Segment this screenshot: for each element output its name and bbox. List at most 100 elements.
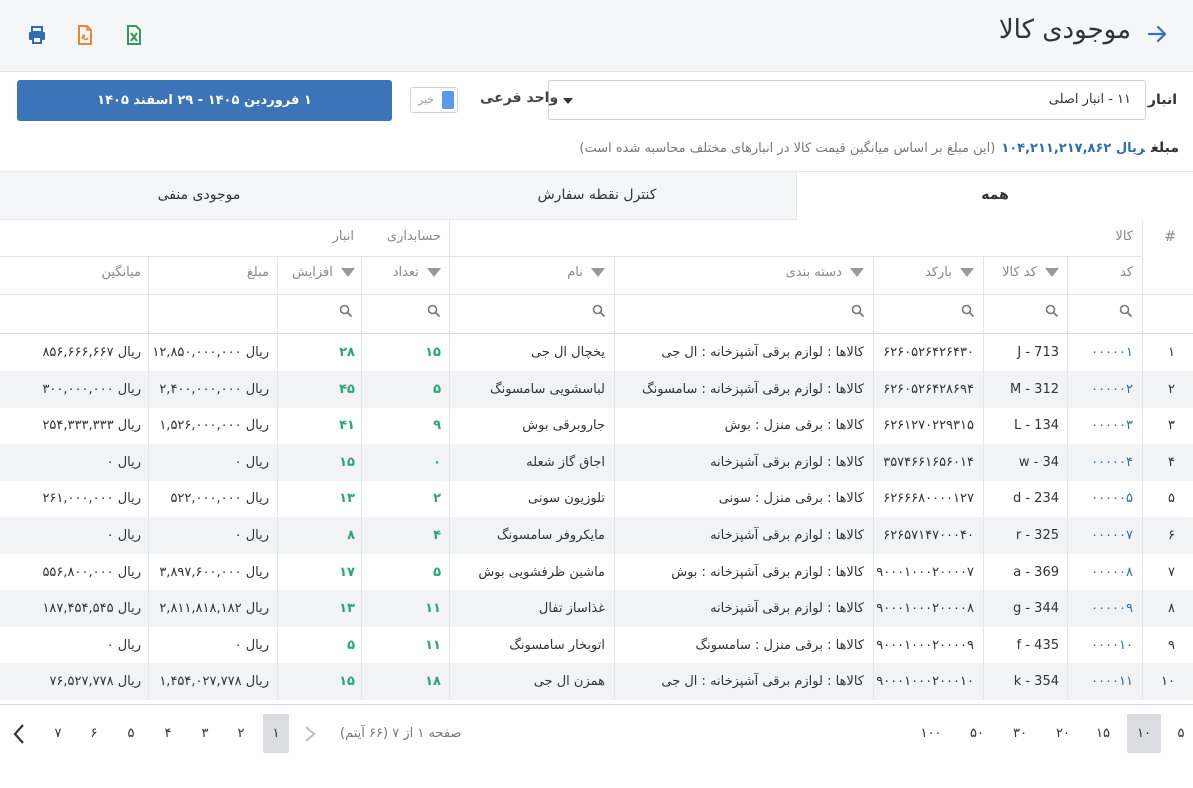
goods-code-column-header[interactable]: کد کالا (1002, 265, 1059, 280)
category-column-header[interactable]: دسته بندی (786, 265, 864, 280)
print-icon[interactable] (26, 24, 48, 46)
page-size-option[interactable]: ۱۰۰ (914, 714, 948, 753)
total-amount-note: (این مبلغ بر اساس میانگین قیمت کالا در ا… (579, 141, 996, 156)
search-icon[interactable] (592, 304, 606, 318)
increase-cell: ۵ (347, 637, 355, 653)
table-row[interactable]: ۷ ۰۰۰۰۰۸ a - 369 ۹۰۰۰۱۰۰۰۲۰۰۰۰۷ کالاها : لوا… (0, 553, 1193, 591)
table-row[interactable]: ۱ ۰۰۰۰۰۱ J - 713 ۶۲۶۰۵۲۶۴۲۶۴۳۰ کالاها : لواز… (0, 334, 1193, 371)
barcode-cell: ۶۲۶۰۵۲۶۴۲۶۴۳۰ (883, 345, 974, 360)
filter-icon[interactable] (1045, 268, 1059, 277)
filter-icon[interactable] (960, 268, 974, 277)
goods-code-cell: a - 369 (1013, 564, 1059, 580)
excel-export-icon[interactable] (123, 24, 145, 46)
average-cell: ریال ۲۶۱,۰۰۰,۰۰۰ (42, 491, 141, 507)
page-button-current[interactable]: ۱ (263, 714, 289, 753)
code-cell[interactable]: ۰۰۰۰۰۵ (1091, 480, 1133, 517)
search-icon[interactable] (427, 304, 441, 318)
code-cell[interactable]: ۰۰۰۰۰۳ (1091, 407, 1133, 444)
row-number-cell: ۵ (1168, 491, 1175, 507)
table-row[interactable]: ۲ ۰۰۰۰۰۲ M - 312 ۶۲۶۰۵۲۶۴۲۸۶۹۴ کالاها : لواز… (0, 370, 1193, 408)
code-cell[interactable]: ۰۰۰۰۰۸ (1091, 554, 1133, 591)
search-icon[interactable] (339, 304, 353, 318)
page-button[interactable]: ۶ (83, 714, 105, 753)
filter-icon[interactable] (341, 268, 355, 277)
search-icon[interactable] (851, 304, 865, 318)
table-row[interactable]: ۹ ۰۰۰۰۱۰ f - 435 ۹۰۰۰۱۰۰۰۲۰۰۰۰۹ کالاها : برق… (0, 626, 1193, 664)
code-cell[interactable]: ۰۰۰۰۰۱ (1091, 334, 1133, 371)
table-row[interactable]: ۳ ۰۰۰۰۰۳ L - 134 ۶۲۶۱۲۷۰۲۲۹۳۱۵ کالاها : برقی… (0, 407, 1193, 445)
search-icon[interactable] (1045, 304, 1059, 318)
row-number-cell: ۳ (1168, 418, 1175, 434)
average-column-header[interactable]: میانگین (102, 265, 141, 280)
average-cell: ریال ۷۶,۵۲۷,۷۷۸ (49, 674, 141, 690)
page-button[interactable]: ۵ (120, 714, 142, 753)
tab-reorder-point[interactable]: کنترل نقطه سفارش (398, 172, 796, 220)
barcode-cell: ۶۲۶۰۵۲۶۴۲۸۶۹۴ (883, 381, 974, 397)
count-cell: ۰ (433, 454, 441, 470)
increase-cell: ۱۵ (339, 454, 355, 470)
table-row[interactable]: ۵ ۰۰۰۰۰۵ d - 234 ۶۲۶۶۶۸۰۰۰۰۱۲۷ کالاها : برقی… (0, 480, 1193, 518)
tab-negative-stock[interactable]: موجودی منفی (0, 172, 398, 220)
page-button[interactable]: ۲ (230, 714, 252, 753)
amount-cell: ریال ۱,۴۵۴,۰۲۷,۷۷۸ (159, 674, 269, 690)
category-cell: کالاها : لوازم برقی آشپزخانه : ال جی (661, 674, 864, 690)
chevron-left-icon[interactable] (10, 722, 28, 746)
table-row[interactable]: ۸ ۰۰۰۰۰۹ g - 344 ۹۰۰۰۱۰۰۰۲۰۰۰۰۸ کالاها : لوا… (0, 590, 1193, 628)
page-size-option[interactable]: ۵ (1170, 714, 1192, 753)
arrow-right-icon[interactable] (1145, 20, 1169, 48)
warehouse-select[interactable]: ۱۱ - انبار اصلی (548, 80, 1146, 120)
goods-code-cell: g - 344 (1012, 601, 1059, 617)
filter-icon[interactable] (427, 268, 441, 277)
increase-column-header[interactable]: افزایش (292, 265, 355, 280)
table-row[interactable]: ۱۰ ۰۰۰۰۱۱ k - 354 ۹۰۰۰۱۰۰۰۲۰۰۰۱۰ کالاها : لو… (0, 663, 1193, 701)
table-row[interactable]: ۶ ۰۰۰۰۰۷ r - 325 ۶۲۶۵۷۱۴۷۰۰۰۴۰ کالاها : لواز… (0, 517, 1193, 554)
count-column-header[interactable]: تعداد (393, 265, 441, 280)
sub-unit-toggle[interactable]: خیر (410, 87, 458, 113)
page-button[interactable]: ۷ (47, 714, 69, 753)
chevron-down-icon (563, 98, 573, 104)
amount-column-header[interactable]: مبلغ (247, 265, 269, 280)
code-cell[interactable]: ۰۰۰۰۰۲ (1091, 371, 1133, 408)
chevron-right-icon[interactable] (302, 724, 318, 744)
code-cell[interactable]: ۰۰۰۰۰۴ (1091, 444, 1133, 481)
barcode-cell: ۶۲۶۵۷۱۴۷۰۰۰۴۰ (883, 528, 974, 543)
filter-icon[interactable] (591, 268, 605, 277)
tab-all[interactable]: همه (796, 172, 1193, 220)
warehouse-group-header: انبار (332, 229, 354, 244)
goods-code-cell: J - 713 (1017, 345, 1059, 360)
code-column-header[interactable]: کد (1120, 265, 1133, 280)
code-cell[interactable]: ۰۰۰۰۱۱ (1091, 663, 1133, 700)
code-cell[interactable]: ۰۰۰۰۱۰ (1091, 627, 1133, 664)
name-cell: اجاق گاز شعله (526, 454, 605, 470)
date-range-button[interactable]: ۱ فروردین ۱۴۰۵ - ۲۹ اسفند ۱۴۰۵ (17, 80, 392, 121)
code-cell[interactable]: ۰۰۰۰۰۹ (1091, 590, 1133, 627)
page-size-option[interactable]: ۲۰ (1048, 714, 1078, 753)
page-header: موجودی کالا (0, 0, 1193, 72)
page-button[interactable]: ۴ (157, 714, 179, 753)
name-cell: همزن ال جی (533, 674, 605, 690)
search-icon[interactable] (1119, 304, 1133, 318)
average-cell: ریال ۰ (106, 454, 141, 470)
warehouse-label: انبار (1147, 92, 1177, 108)
page-button[interactable]: ۳ (194, 714, 216, 753)
increase-cell: ۱۳ (339, 601, 355, 617)
page-size-option-selected[interactable]: ۱۰ (1127, 714, 1161, 753)
page-size-option[interactable]: ۱۵ (1088, 714, 1118, 753)
count-header-label: تعداد (392, 265, 419, 280)
count-cell: ۵ (433, 381, 441, 397)
count-cell: ۱۱ (425, 637, 441, 653)
count-cell: ۴ (433, 528, 441, 543)
pagination: ۵ ۱۰ ۱۵ ۲۰ ۳۰ ۵۰ ۱۰۰ صفحه ۱ از ۷ (۶۶ آیت… (0, 704, 1193, 764)
increase-header-label: افزایش (292, 265, 333, 280)
search-icon[interactable] (961, 304, 975, 318)
page-size-option[interactable]: ۵۰ (962, 714, 992, 753)
code-cell[interactable]: ۰۰۰۰۰۷ (1091, 517, 1133, 554)
name-column-header[interactable]: نام (567, 265, 605, 280)
page-size-option[interactable]: ۳۰ (1005, 714, 1035, 753)
barcode-column-header[interactable]: بارکد (925, 265, 974, 280)
table-row[interactable]: ۴ ۰۰۰۰۰۴ w - 34 ۳۵۷۴۶۶۱۶۵۶۰۱۴ کالاها : لوازم… (0, 443, 1193, 481)
barcode-header-label: بارکد (924, 265, 952, 280)
row-number-cell: ۶ (1168, 528, 1175, 543)
pdf-export-icon[interactable] (74, 24, 96, 46)
filter-icon[interactable] (850, 268, 864, 277)
